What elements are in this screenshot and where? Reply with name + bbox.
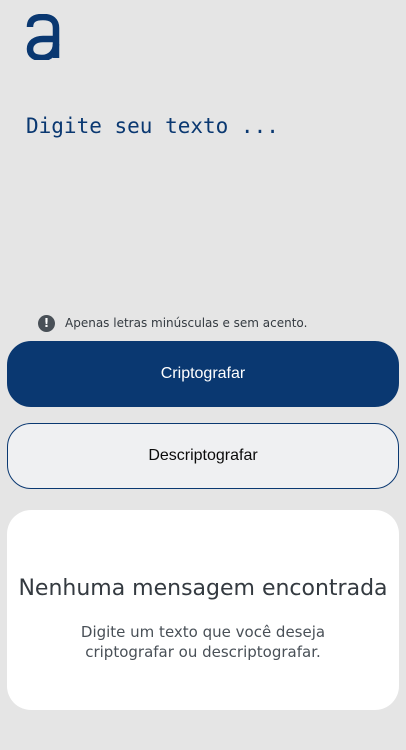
hint-text: Apenas letras minúsculas e sem acento.	[65, 316, 308, 330]
encrypt-button[interactable]: Criptografar	[7, 341, 399, 407]
input-hint: ! Apenas letras minúsculas e sem acento.	[38, 314, 307, 332]
message-text-input[interactable]	[26, 108, 376, 288]
output-empty-description: Digite um texto que você deseja criptogr…	[80, 623, 326, 661]
logo-icon	[26, 13, 60, 62]
decrypt-button[interactable]: Descriptografar	[7, 423, 399, 489]
exclamation-circle-icon: !	[38, 314, 55, 332]
output-empty-title: Nenhuma mensagem encontrada	[18, 576, 388, 601]
output-panel: Nenhuma mensagem encontrada Digite um te…	[7, 510, 399, 710]
